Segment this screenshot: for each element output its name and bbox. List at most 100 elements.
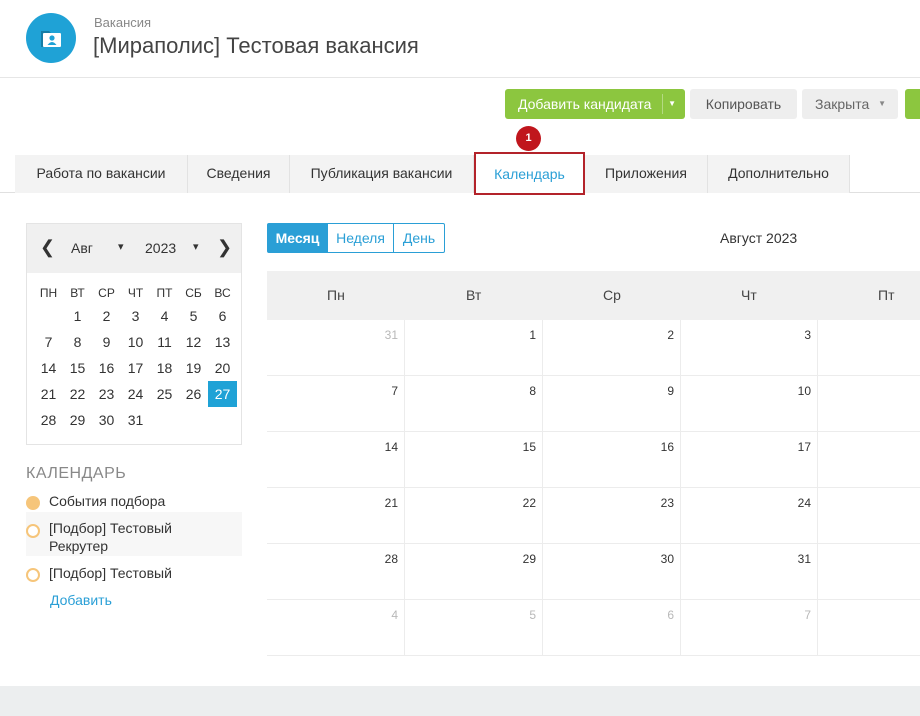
- day-number: 3: [804, 328, 811, 342]
- calendar-day-cell[interactable]: 9: [543, 376, 681, 432]
- button-separator: [662, 94, 663, 114]
- step-badge: 1: [516, 126, 541, 151]
- tab-attachments[interactable]: Приложения: [585, 155, 708, 193]
- calendar-day-cell[interactable]: 22: [405, 488, 543, 544]
- add-candidate-button[interactable]: Добавить кандидата ▼: [505, 89, 685, 119]
- tab-publication[interactable]: Публикация вакансии: [290, 155, 474, 193]
- mini-calendar-day[interactable]: 14: [34, 355, 63, 381]
- mini-calendar-day[interactable]: 25: [150, 381, 179, 407]
- mini-calendar-day[interactable]: 30: [92, 407, 121, 433]
- mini-calendar-day[interactable]: 8: [63, 329, 92, 355]
- calendar-day-cell[interactable]: [818, 320, 920, 376]
- mini-calendar-day[interactable]: 11: [150, 329, 179, 355]
- tab-work[interactable]: Работа по вакансии: [15, 155, 188, 193]
- day-name: Вт: [466, 287, 482, 303]
- mini-calendar-header: ❮ Авг ▾ 2023 ▾ ❯: [27, 224, 241, 273]
- chevron-right-icon[interactable]: ❯: [217, 237, 232, 258]
- mini-calendar-day[interactable]: 28: [34, 407, 63, 433]
- day-number: 30: [660, 552, 674, 566]
- mini-calendar-day[interactable]: 13: [208, 329, 237, 355]
- calendar-item[interactable]: [Подбор] Тестовый: [26, 564, 242, 584]
- calendar-day-cell[interactable]: 31: [267, 320, 405, 376]
- copy-button[interactable]: Копировать: [690, 89, 797, 119]
- calendar-day-cell[interactable]: 17: [681, 432, 818, 488]
- mini-calendar-day[interactable]: 21: [34, 381, 63, 407]
- mini-calendar-day[interactable]: 22: [63, 381, 92, 407]
- day-number: 28: [384, 552, 398, 566]
- calendar-day-cell[interactable]: 2: [543, 320, 681, 376]
- calendar-day-cell[interactable]: 21: [267, 488, 405, 544]
- mini-calendar-day[interactable]: 7: [34, 329, 63, 355]
- mini-calendar-day[interactable]: 2: [92, 303, 121, 329]
- status-label: Закрыта: [815, 96, 870, 112]
- mini-calendar-day[interactable]: 19: [179, 355, 208, 381]
- mini-calendar-day[interactable]: 20: [208, 355, 237, 381]
- calendar-day-cell[interactable]: [818, 376, 920, 432]
- calendar-day-cell[interactable]: 10: [681, 376, 818, 432]
- day-number: 22: [522, 496, 536, 510]
- mini-calendar-day[interactable]: 1: [63, 303, 92, 329]
- view-day-button[interactable]: День: [393, 223, 445, 253]
- view-month-button[interactable]: Месяц: [267, 223, 328, 253]
- mini-calendar-day[interactable]: 27: [208, 381, 237, 407]
- mini-calendar: ❮ Авг ▾ 2023 ▾ ❯ ПН ВТ СР ЧТ ПТ СБ ВС 12345678…: [26, 223, 242, 445]
- calendar-day-cell[interactable]: 31: [681, 544, 818, 600]
- mini-calendar-day[interactable]: 15: [63, 355, 92, 381]
- mini-calendar-day[interactable]: 18: [150, 355, 179, 381]
- calendar-item-label: [Подбор] Тестовый Рекрутер: [49, 520, 172, 554]
- mini-calendar-day[interactable]: 4: [150, 303, 179, 329]
- calendar-day-cell[interactable]: 1: [405, 320, 543, 376]
- mini-calendar-day[interactable]: 9: [92, 329, 121, 355]
- calendar-item[interactable]: События подбора: [26, 492, 242, 512]
- add-calendar-link[interactable]: Добавить: [50, 592, 112, 608]
- chevron-left-icon[interactable]: ❮: [40, 237, 55, 258]
- chevron-down-icon[interactable]: ▾: [118, 240, 124, 253]
- calendar-day-cell[interactable]: [818, 432, 920, 488]
- mini-calendar-day[interactable]: 29: [63, 407, 92, 433]
- day-number: 4: [391, 608, 398, 622]
- extra-action-button[interactable]: [905, 89, 920, 119]
- month-select[interactable]: Авг: [71, 240, 93, 256]
- mini-calendar-day[interactable]: 5: [179, 303, 208, 329]
- calendar-day-cell[interactable]: 28: [267, 544, 405, 600]
- mini-calendar-day[interactable]: 24: [121, 381, 150, 407]
- calendar-day-cell[interactable]: 7: [267, 376, 405, 432]
- calendar-day-cell[interactable]: 15: [405, 432, 543, 488]
- status-dropdown-button[interactable]: Закрыта ▼: [802, 89, 898, 119]
- calendar-day-cell[interactable]: [818, 544, 920, 600]
- calendar-day-cell[interactable]: 6: [543, 600, 681, 656]
- calendar-day-cell[interactable]: 4: [267, 600, 405, 656]
- calendar-day-cell[interactable]: 24: [681, 488, 818, 544]
- calendar-item[interactable]: [Подбор] Тестовый Рекрутер: [26, 512, 242, 556]
- day-number: 16: [660, 440, 674, 454]
- mini-weekday: СБ: [185, 286, 202, 300]
- tab-calendar[interactable]: Календарь: [474, 152, 585, 195]
- day-number: 6: [667, 608, 674, 622]
- calendar-day-cell[interactable]: 8: [405, 376, 543, 432]
- calendar-day-cell[interactable]: 30: [543, 544, 681, 600]
- mini-calendar-day[interactable]: 26: [179, 381, 208, 407]
- mini-calendar-day[interactable]: 17: [121, 355, 150, 381]
- caret-down-icon[interactable]: ▼: [668, 89, 676, 119]
- tab-details[interactable]: Сведения: [188, 155, 290, 193]
- mini-calendar-day[interactable]: 16: [92, 355, 121, 381]
- tab-additional[interactable]: Дополнительно: [708, 155, 850, 193]
- calendar-day-cell[interactable]: 14: [267, 432, 405, 488]
- mini-calendar-day[interactable]: 3: [121, 303, 150, 329]
- calendar-day-cell[interactable]: [818, 488, 920, 544]
- mini-calendar-day[interactable]: 23: [92, 381, 121, 407]
- calendar-day-cell[interactable]: 23: [543, 488, 681, 544]
- mini-calendar-day[interactable]: 6: [208, 303, 237, 329]
- view-week-button[interactable]: Неделя: [327, 223, 394, 253]
- calendar-day-cell[interactable]: 16: [543, 432, 681, 488]
- chevron-down-icon[interactable]: ▾: [193, 240, 199, 253]
- calendar-day-cell[interactable]: 29: [405, 544, 543, 600]
- mini-calendar-day[interactable]: 31: [121, 407, 150, 433]
- calendar-day-cell[interactable]: [818, 600, 920, 656]
- mini-calendar-day[interactable]: 10: [121, 329, 150, 355]
- calendar-day-cell[interactable]: 3: [681, 320, 818, 376]
- year-select[interactable]: 2023: [145, 240, 176, 256]
- calendar-day-cell[interactable]: 5: [405, 600, 543, 656]
- mini-calendar-day[interactable]: 12: [179, 329, 208, 355]
- calendar-day-cell[interactable]: 7: [681, 600, 818, 656]
